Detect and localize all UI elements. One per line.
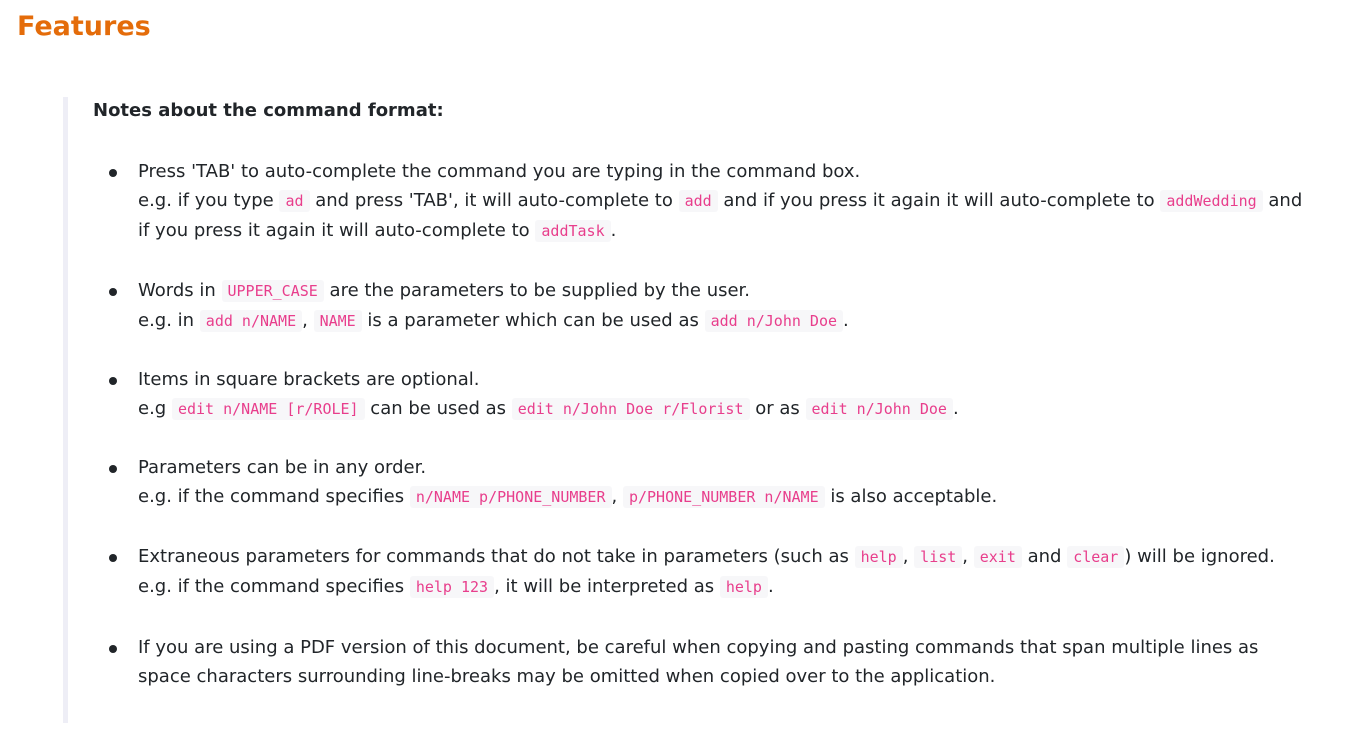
note-text: and if you press it again it will auto-c… xyxy=(717,190,1161,211)
inline-code: help xyxy=(854,546,903,568)
notes-heading: Notes about the command format: xyxy=(93,100,444,121)
list-item-optional: Items in square brackets are optional. e… xyxy=(109,365,1313,424)
note-text: , xyxy=(611,486,623,507)
inline-code: edit n/NAME [r/ROLE] xyxy=(171,398,365,420)
note-text: Items in square brackets are optional. xyxy=(138,369,480,390)
inline-code: clear xyxy=(1067,546,1125,568)
inline-code: addWedding xyxy=(1160,190,1263,212)
inline-code: add n/John Doe xyxy=(704,310,844,332)
note-text: . xyxy=(843,310,849,331)
note-text: Press 'TAB' to auto-complete the command… xyxy=(138,161,861,182)
note-text: e.g xyxy=(138,398,172,419)
inline-code: help 123 xyxy=(409,576,495,598)
note-text: is a parameter which can be used as xyxy=(361,310,705,331)
note-text: e.g. if the command specifies xyxy=(138,576,410,597)
note-text: If you are using a PDF version of this d… xyxy=(138,637,1259,687)
bullet-icon xyxy=(109,169,117,177)
list-item-order: Parameters can be in any order. e.g. if … xyxy=(109,453,1313,512)
note-text: and xyxy=(1021,546,1068,567)
note-text: e.g. in xyxy=(138,310,200,331)
list-item-upper-case: Words in UPPER_CASE are the parameters t… xyxy=(109,276,1313,336)
note-text: , xyxy=(962,546,974,567)
note-text: e.g. if you type xyxy=(138,190,280,211)
note-text: , it will be interpreted as xyxy=(494,576,720,597)
note-text: . xyxy=(767,576,774,597)
inline-code: add n/NAME xyxy=(199,310,303,332)
note-text: Words in xyxy=(138,280,222,301)
inline-code: help xyxy=(719,576,768,598)
bullet-icon xyxy=(109,645,117,653)
note-text: can be used as xyxy=(364,398,512,419)
note-text: . xyxy=(952,398,959,419)
inline-code: list xyxy=(914,546,963,568)
note-text: , xyxy=(302,310,314,331)
notes-callout: Notes about the command format: Press 'T… xyxy=(63,97,1343,723)
note-text: . xyxy=(610,220,617,241)
note-text: is also acceptable. xyxy=(824,486,998,507)
bullet-icon xyxy=(109,465,117,473)
note-text: are the parameters to be supplied by the… xyxy=(323,280,751,301)
note-text: Parameters can be in any order. xyxy=(138,457,427,478)
list-item-extraneous: Extraneous parameters for commands that … xyxy=(109,542,1313,602)
page-title: Features xyxy=(17,11,151,42)
bullet-icon xyxy=(109,554,117,562)
inline-code: edit n/John Doe xyxy=(805,398,953,420)
list-item-autocomplete: Press 'TAB' to auto-complete the command… xyxy=(109,157,1313,246)
note-text: and press 'TAB', it will auto-complete t… xyxy=(309,190,679,211)
note-text: Extraneous parameters for commands that … xyxy=(138,546,855,567)
note-text: or as xyxy=(749,398,806,419)
bullet-icon xyxy=(109,288,117,296)
inline-code: exit xyxy=(973,546,1022,568)
note-text: e.g. if the command specifies xyxy=(138,486,410,507)
inline-code: ad xyxy=(279,190,310,212)
list-item-pdf: If you are using a PDF version of this d… xyxy=(109,633,1313,691)
inline-code: NAME xyxy=(313,310,362,332)
inline-code: UPPER_CASE xyxy=(221,280,324,302)
inline-code: n/NAME p/PHONE_NUMBER xyxy=(409,486,612,508)
inline-code: edit n/John Doe r/Florist xyxy=(511,398,750,420)
bullet-icon xyxy=(109,377,117,385)
inline-code: p/PHONE_NUMBER n/NAME xyxy=(622,486,825,508)
inline-code: add xyxy=(678,190,718,212)
note-text: , xyxy=(902,546,915,567)
note-text: ) will be ignored. xyxy=(1124,546,1275,567)
inline-code: addTask xyxy=(535,220,611,242)
